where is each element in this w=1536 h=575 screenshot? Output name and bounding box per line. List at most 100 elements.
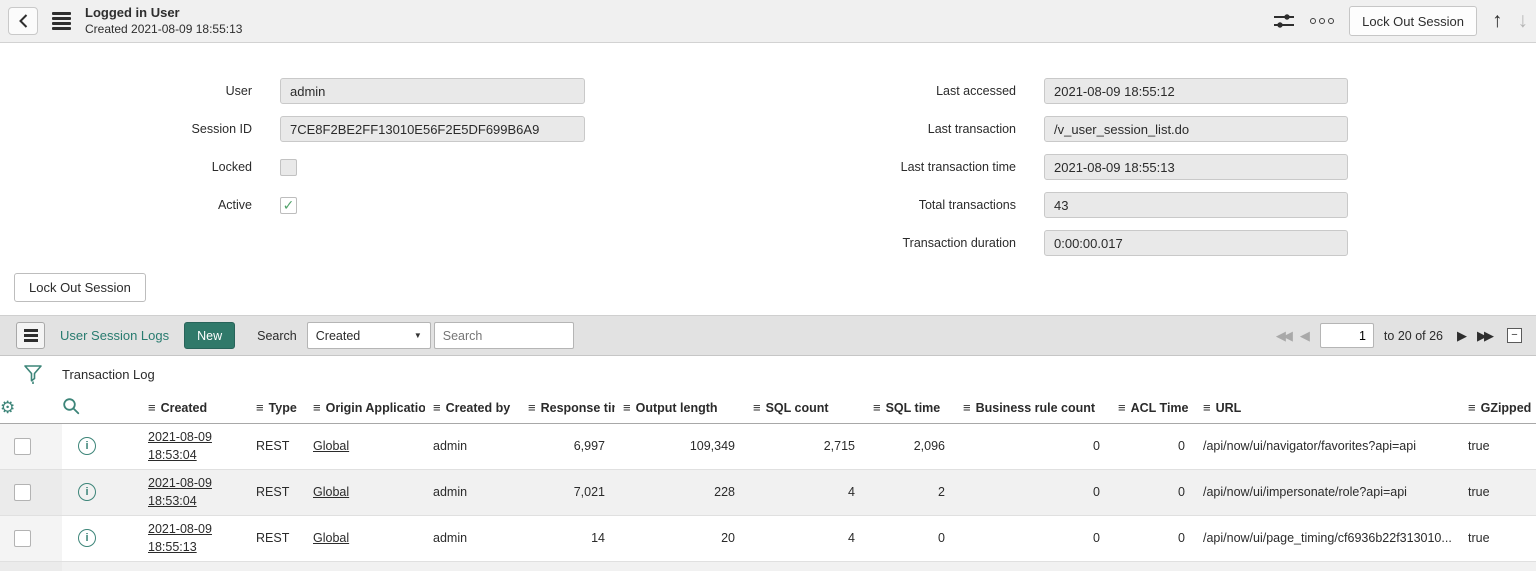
active-checkbox[interactable]: ✓ — [280, 196, 297, 214]
column-header-output-length[interactable]: ≡ Output length — [615, 393, 745, 424]
form-row-active: Active ✓ — [0, 192, 585, 218]
form-row-locked: Locked — [0, 154, 585, 180]
column-header-url[interactable]: ≡ URL — [1195, 393, 1460, 424]
row-checkbox[interactable] — [14, 483, 31, 501]
last-transaction-time-label: Last transaction time — [900, 160, 1016, 174]
table-header-row: ⚙ ≡ Created ≡ Type ≡ Origin Application ≡ Cr… — [0, 393, 1536, 424]
next-page-icon[interactable]: ▶ — [1457, 329, 1467, 342]
locked-label: Locked — [211, 160, 252, 174]
previous-record-icon[interactable]: ↑ — [1492, 9, 1503, 33]
form-row-user: User admin — [0, 78, 585, 104]
more-options-icon[interactable] — [1310, 18, 1335, 24]
form-row-session-id: Session ID 7CE8F2BE2FF13010E56F2E5DF699B… — [0, 116, 585, 142]
list-context-menu-icon[interactable] — [16, 322, 45, 349]
column-header-response-time[interactable]: ≡Response time — [520, 393, 615, 424]
filter-funnel-icon[interactable] — [23, 364, 43, 385]
column-menu-icon: ≡ — [1468, 400, 1476, 416]
cell-output-length: 109,349 — [615, 423, 745, 470]
cell-response-time: 14 — [520, 515, 615, 562]
next-record-icon[interactable]: ↓ — [1518, 9, 1529, 33]
search-input[interactable] — [433, 322, 574, 349]
user-field[interactable]: admin — [280, 78, 585, 104]
cell-created-by: admin — [425, 515, 520, 562]
created-link[interactable]: 2021-08-09 18:53:04 — [148, 474, 242, 510]
form-column-right: Last accessed 2021-08-09 18:55:12 Last t… — [700, 78, 1348, 268]
last-accessed-field[interactable]: 2021-08-09 18:55:12 — [1044, 78, 1348, 104]
origin-application-link[interactable]: Global — [313, 439, 349, 453]
cell-gzipped: true — [1460, 423, 1536, 470]
table-row: i 2021-08-09 18:53:04 REST Global admin 6… — [0, 423, 1536, 470]
column-header-sql-count[interactable]: ≡ SQL count — [745, 393, 865, 424]
info-icon[interactable]: i — [78, 437, 96, 455]
form-header-bar: Logged in User Created 2021-08-09 18:55:… — [0, 0, 1536, 43]
total-transactions-field[interactable]: 43 — [1044, 192, 1348, 218]
locked-checkbox[interactable] — [280, 158, 297, 176]
form-context-menu-icon[interactable] — [52, 12, 71, 30]
column-header-acl-time[interactable]: ≡ ACL Time — [1110, 393, 1195, 424]
info-icon[interactable]: i — [78, 483, 96, 501]
last-transaction-field[interactable]: /v_user_session_list.do — [1044, 116, 1348, 142]
pagination-range-text: to 20 of 26 — [1383, 328, 1443, 343]
column-header-created[interactable]: ≡ Created — [140, 393, 248, 424]
cell-output-length: 228 — [615, 469, 745, 516]
filter-breadcrumb[interactable]: Transaction Log — [62, 367, 155, 382]
form-column-left: User admin Session ID 7CE8F2BE2FF13010E5… — [0, 78, 585, 230]
table-row: i 2021-08-09 18:55:13 REST Global admin 1… — [0, 515, 1536, 562]
page-number-input[interactable] — [1319, 323, 1374, 348]
column-header-gzipped[interactable]: ≡ GZipped — [1460, 393, 1536, 424]
last-transaction-time-field[interactable]: 2021-08-09 18:55:13 — [1044, 154, 1348, 180]
chevron-left-icon — [18, 14, 27, 28]
cell-business-rule-count: 0 — [955, 423, 1110, 470]
column-menu-icon: ≡ — [753, 400, 761, 416]
search-column-select[interactable]: Created ▼ — [306, 322, 431, 349]
row-checkbox[interactable] — [14, 437, 31, 455]
search-icon — [63, 398, 80, 415]
form-row-total-transactions: Total transactions 43 — [700, 192, 1348, 218]
previous-page-icon[interactable]: ◀ — [1300, 329, 1310, 342]
page-title: Logged in User — [85, 5, 180, 21]
back-button[interactable] — [8, 7, 38, 35]
origin-application-link[interactable]: Global — [313, 485, 349, 499]
first-page-icon[interactable]: ◀◀ — [1276, 329, 1293, 342]
cell-gzipped: true — [1460, 515, 1536, 562]
cell-type: REST — [248, 515, 305, 562]
cell-created-by: admin — [425, 423, 520, 470]
session-form: User admin Session ID 7CE8F2BE2FF13010E5… — [0, 43, 1536, 273]
last-page-icon[interactable]: ▶▶ — [1477, 329, 1494, 342]
info-icon[interactable]: i — [78, 529, 96, 547]
column-menu-icon: ≡ — [1203, 400, 1211, 416]
table-row-partial — [0, 561, 1536, 571]
sliders-icon[interactable] — [1273, 12, 1295, 30]
collapse-list-icon[interactable]: − — [1507, 328, 1522, 343]
last-accessed-label: Last accessed — [936, 84, 1016, 98]
column-header-type[interactable]: ≡ Type — [248, 393, 305, 424]
row-checkbox[interactable] — [14, 529, 31, 547]
gear-icon: ⚙ — [0, 397, 16, 417]
created-link[interactable]: 2021-08-09 18:53:04 — [148, 428, 242, 464]
column-menu-icon: ≡ — [148, 400, 156, 416]
list-title-link[interactable]: User Session Logs — [60, 328, 169, 343]
lock-out-session-button[interactable]: Lock Out Session — [1349, 6, 1477, 36]
transaction-duration-field[interactable]: 0:00:00.017 — [1044, 230, 1348, 256]
column-header-origin-application[interactable]: ≡ Origin Application — [305, 393, 425, 424]
form-row-last-transaction: Last transaction /v_user_session_list.do — [700, 116, 1348, 142]
new-button[interactable]: New — [184, 322, 236, 349]
list-search-toggle[interactable] — [62, 393, 140, 424]
origin-application-link[interactable]: Global — [313, 531, 349, 545]
created-link[interactable]: 2021-08-09 18:55:13 — [148, 520, 242, 556]
cell-gzipped: true — [1460, 469, 1536, 516]
cell-url: /api/now/ui/navigator/favorites?api=api — [1195, 423, 1460, 470]
search-label: Search — [257, 328, 297, 343]
total-transactions-label: Total transactions — [918, 198, 1016, 212]
column-header-sql-time[interactable]: ≡ SQL time — [865, 393, 955, 424]
session-id-field[interactable]: 7CE8F2BE2FF13010E56F2E5DF699B6A9 — [280, 116, 585, 142]
list-filter-row: Transaction Log — [0, 356, 1536, 393]
user-session-logs-table: ⚙ ≡ Created ≡ Type ≡ Origin Application ≡ Cr… — [0, 393, 1536, 571]
personalize-list-gear[interactable]: ⚙ — [0, 393, 62, 424]
column-header-created-by[interactable]: ≡ Created by — [425, 393, 520, 424]
column-header-business-rule-count[interactable]: ≡ Business rule count — [955, 393, 1110, 424]
pagination: ◀◀ ◀ to 20 of 26 ▶ ▶▶ − — [1276, 323, 1522, 348]
cell-sql-time: 2 — [865, 469, 955, 516]
list-caption-bar: User Session Logs New Search Created ▼ ◀… — [0, 315, 1536, 356]
lock-out-session-button-secondary[interactable]: Lock Out Session — [14, 273, 146, 302]
